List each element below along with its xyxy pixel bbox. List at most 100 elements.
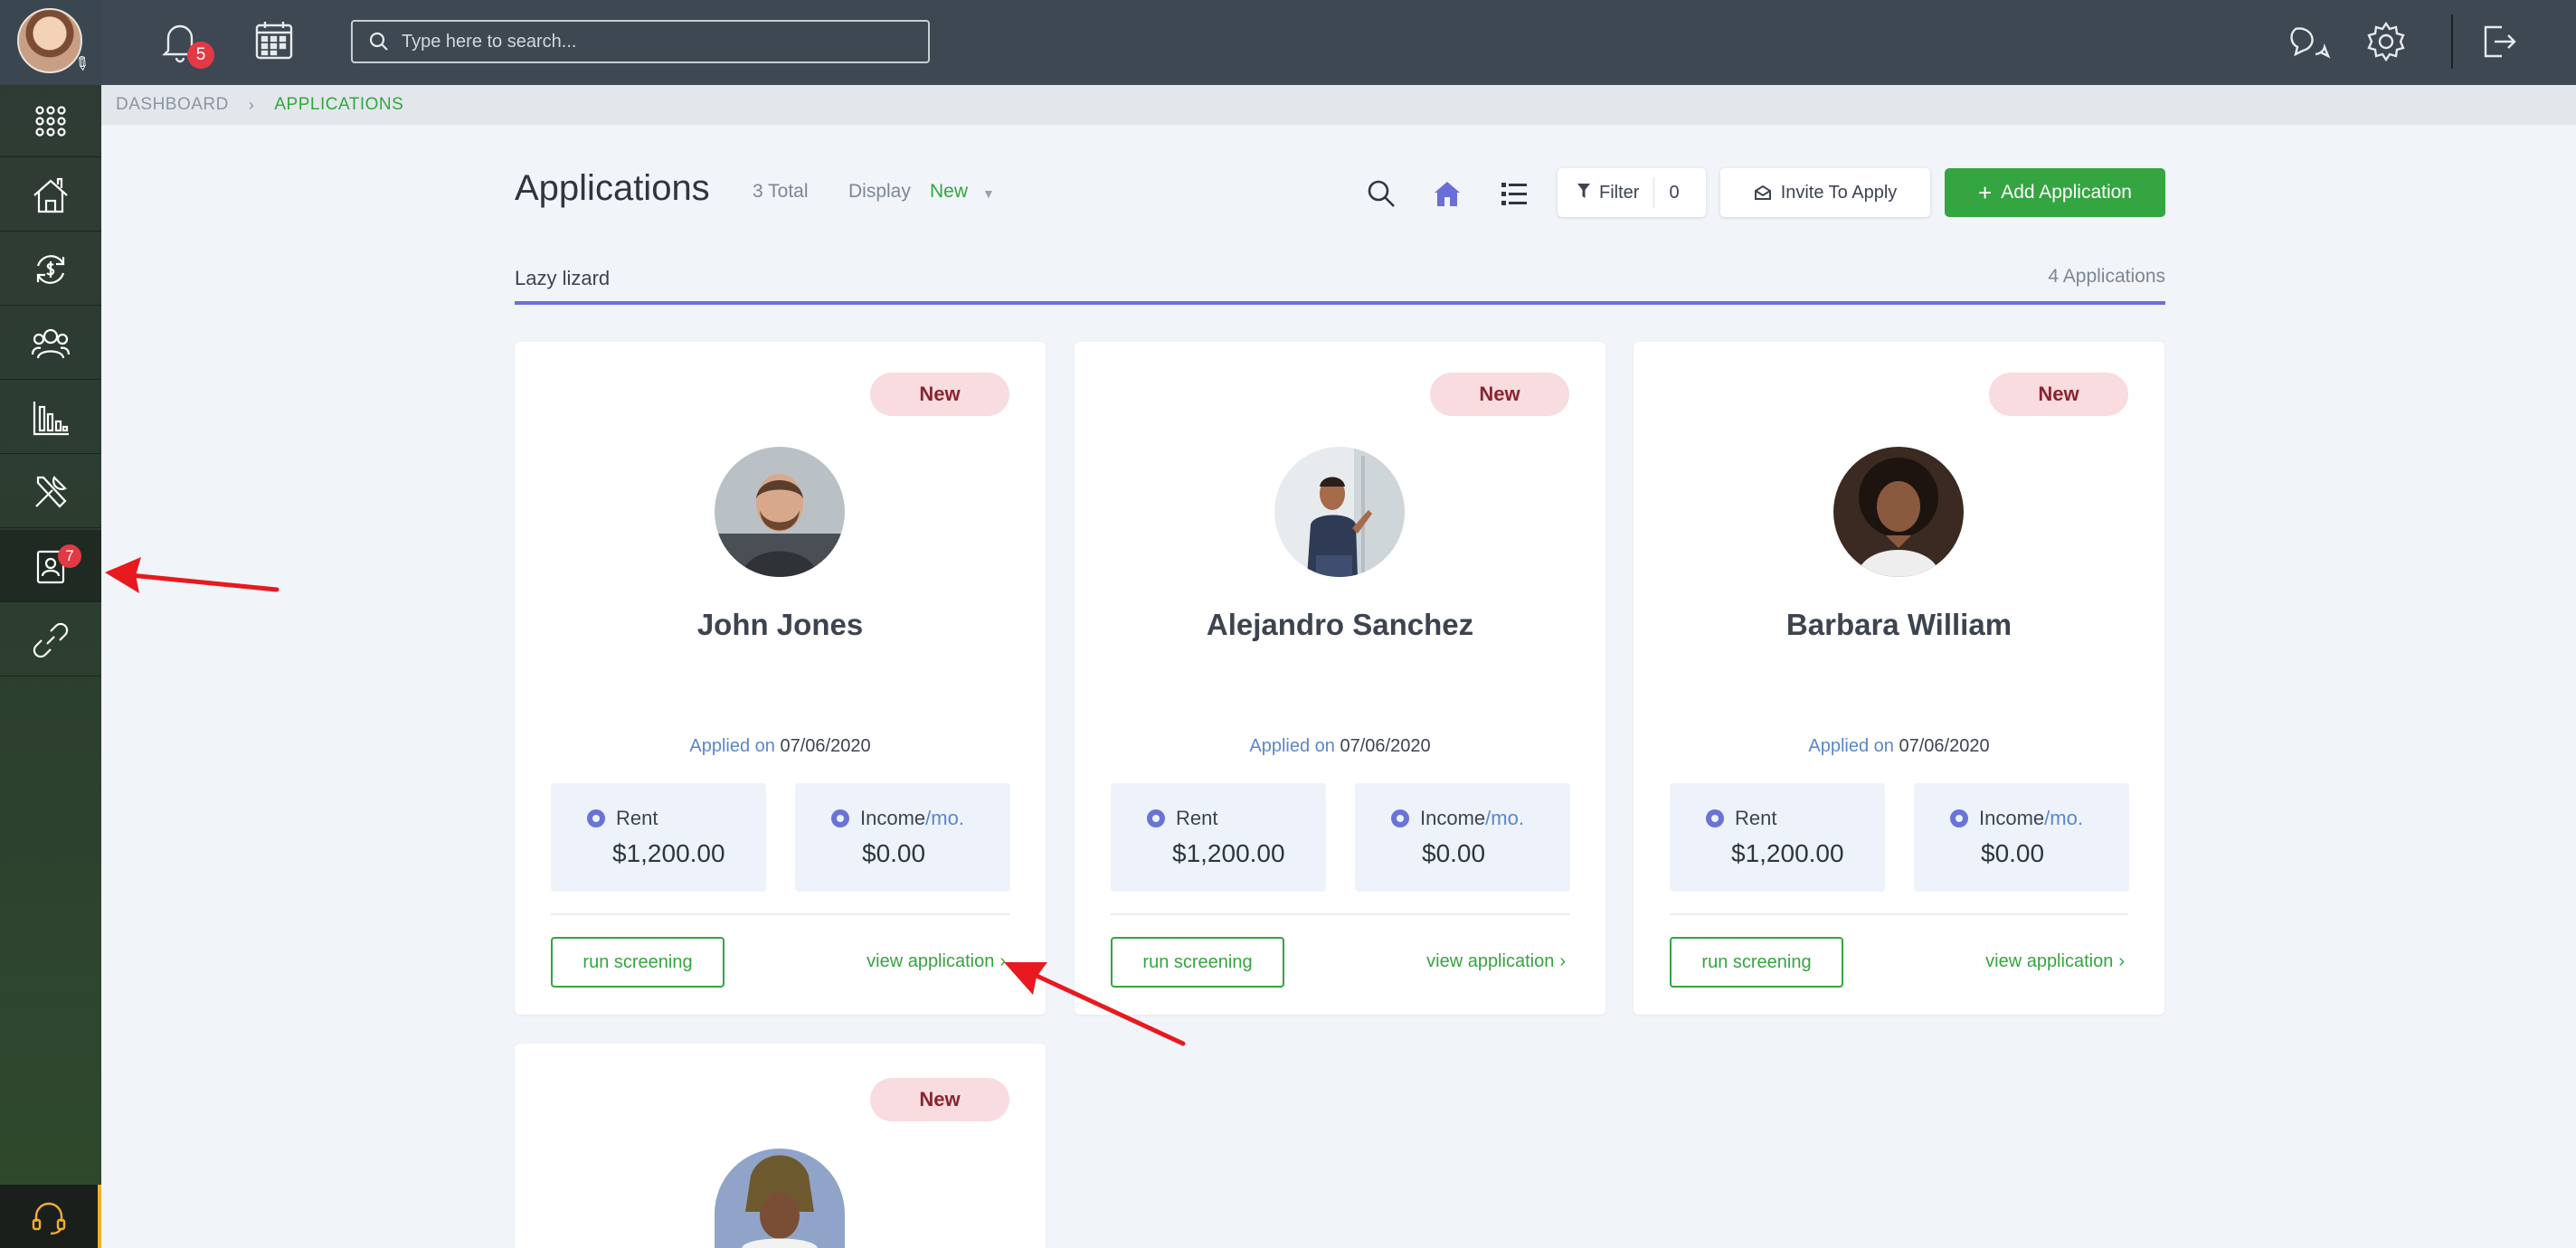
topbar-divider (2451, 14, 2453, 69)
sidebar-item-people[interactable] (0, 307, 101, 380)
search-input[interactable] (402, 31, 908, 52)
total-count: 3 Total (753, 181, 809, 202)
rent-value: $1,200.00 (1731, 839, 1844, 867)
rent-tile: Rent $1,200.00 (1111, 783, 1326, 892)
card-divider (1670, 913, 2128, 915)
sidebar-item-reports[interactable] (0, 382, 101, 454)
rent-label: Rent (1735, 807, 1777, 829)
logout-icon (2484, 25, 2516, 58)
sidebar-item-properties[interactable] (0, 159, 101, 232)
add-application-label: Add Application (2001, 182, 2132, 203)
applied-date: 07/06/2020 (780, 736, 871, 756)
filter-divider (1653, 177, 1655, 208)
application-card[interactable]: New Alejandro Sanchez Applied on 07/06/2… (1075, 342, 1605, 1015)
search-toggle-button[interactable] (1361, 174, 1401, 213)
income-tile: Income/mo. $0.00 (795, 783, 1010, 892)
calendar-button[interactable] (253, 20, 295, 61)
applicant-name: Alejandro Sanchez (1206, 608, 1474, 641)
add-application-button[interactable]: + Add Application (1945, 168, 2165, 217)
caret-down-icon[interactable]: ▼ (982, 186, 995, 201)
applicant-photo (1274, 447, 1405, 577)
topbar: 5 (101, 0, 2576, 85)
breadcrumb-separator: › (248, 95, 255, 114)
coin-icon (1706, 809, 1724, 827)
envelope-icon (1754, 184, 1771, 200)
status-badge: New (870, 1078, 1009, 1121)
applied-on: Applied on 07/06/2020 (1075, 736, 1605, 757)
list-icon (1501, 183, 1527, 205)
applicant-name: John Jones (696, 608, 864, 641)
search-icon (369, 32, 388, 51)
support-button[interactable] (0, 1185, 101, 1248)
applied-on-label: Applied on (1808, 736, 1894, 756)
chat-button[interactable] (2288, 20, 2332, 63)
sidebar-item-applications[interactable]: 7 (0, 530, 101, 602)
run-screening-button[interactable]: run screening (551, 937, 724, 988)
gear-icon (2367, 21, 2405, 62)
chevron-right-icon: › (1559, 951, 1566, 971)
house-icon (1435, 182, 1460, 206)
application-card[interactable]: New Barbara William Applied on 07/06/202… (1634, 342, 2164, 1015)
chat-icon (2290, 27, 2331, 59)
logout-button[interactable] (2477, 20, 2520, 63)
breadcrumb-dashboard[interactable]: DASHBOARD (116, 95, 229, 115)
sidebar-item-links[interactable] (0, 604, 101, 676)
list-view-button[interactable] (1494, 174, 1534, 213)
run-screening-button[interactable]: run screening (1670, 937, 1843, 988)
view-application-link[interactable]: view application › (1985, 951, 2125, 972)
rent-value: $1,200.00 (612, 839, 725, 867)
coin-icon (1147, 809, 1165, 827)
invite-to-apply-button[interactable]: Invite To Apply (1720, 168, 1930, 217)
per-month-label: /mo. (1485, 807, 1524, 829)
chevron-right-icon: › (2118, 951, 2125, 971)
search-box[interactable] (351, 20, 930, 63)
applicant-photo (715, 1149, 845, 1248)
properties-icon (33, 177, 68, 213)
rent-value: $1,200.00 (1172, 839, 1285, 867)
applicant-photo (715, 447, 845, 577)
per-month-label: /mo. (925, 807, 964, 829)
card-divider (1111, 913, 1569, 915)
reports-icon (33, 401, 69, 435)
maintenance-icon (35, 475, 67, 508)
rent-label: Rent (1176, 807, 1218, 829)
income-tile: Income/mo. $0.00 (1914, 783, 2129, 892)
income-tile: Income/mo. $0.00 (1355, 783, 1570, 892)
view-application-label: view application (1426, 951, 1555, 971)
accounting-icon (36, 254, 65, 284)
applied-date: 07/06/2020 (1340, 736, 1431, 756)
status-badge: New (1989, 373, 2128, 416)
status-badge: New (1430, 373, 1569, 416)
applicant-name: Barbara William (1785, 608, 2012, 641)
display-select[interactable]: New (930, 181, 968, 203)
apps-grid-icon (35, 105, 66, 137)
sidebar-item-maintenance[interactable] (0, 456, 101, 528)
rent-tile: Rent $1,200.00 (551, 783, 766, 892)
view-application-link[interactable]: view application › (1426, 951, 1566, 972)
per-month-label: /mo. (2044, 807, 2083, 829)
card-view-button[interactable] (1427, 174, 1467, 213)
display-label: Display (848, 181, 911, 202)
group-underline (515, 301, 2165, 305)
filter-button[interactable]: Filter 0 (1558, 168, 1706, 217)
applied-date: 07/06/2020 (1899, 736, 1990, 756)
group-count: 4 Applications (2048, 266, 2165, 287)
applied-on: Applied on 07/06/2020 (515, 736, 1046, 757)
user-avatar-area[interactable]: ✎ (0, 0, 101, 85)
sidebar-item-apps[interactable] (0, 85, 101, 157)
calendar-icon (255, 22, 293, 60)
filter-label: Filter (1599, 182, 1640, 203)
invite-label: Invite To Apply (1780, 182, 1898, 203)
settings-button[interactable] (2364, 20, 2408, 63)
application-card[interactable]: New John Jones Applied on 07/06/2020 Ren… (515, 342, 1046, 1015)
sidebar: ✎ 7 (0, 0, 101, 1248)
plus-icon: + (1978, 178, 1993, 206)
applied-on-label: Applied on (689, 736, 775, 756)
view-application-link[interactable]: view application › (867, 951, 1006, 972)
application-card[interactable]: New (515, 1044, 1046, 1248)
filter-icon (1577, 183, 1590, 203)
search-icon (1368, 180, 1395, 207)
headset-icon (32, 1202, 66, 1235)
dollar-coin-icon (1391, 809, 1409, 827)
sidebar-item-accounting[interactable] (0, 233, 101, 306)
